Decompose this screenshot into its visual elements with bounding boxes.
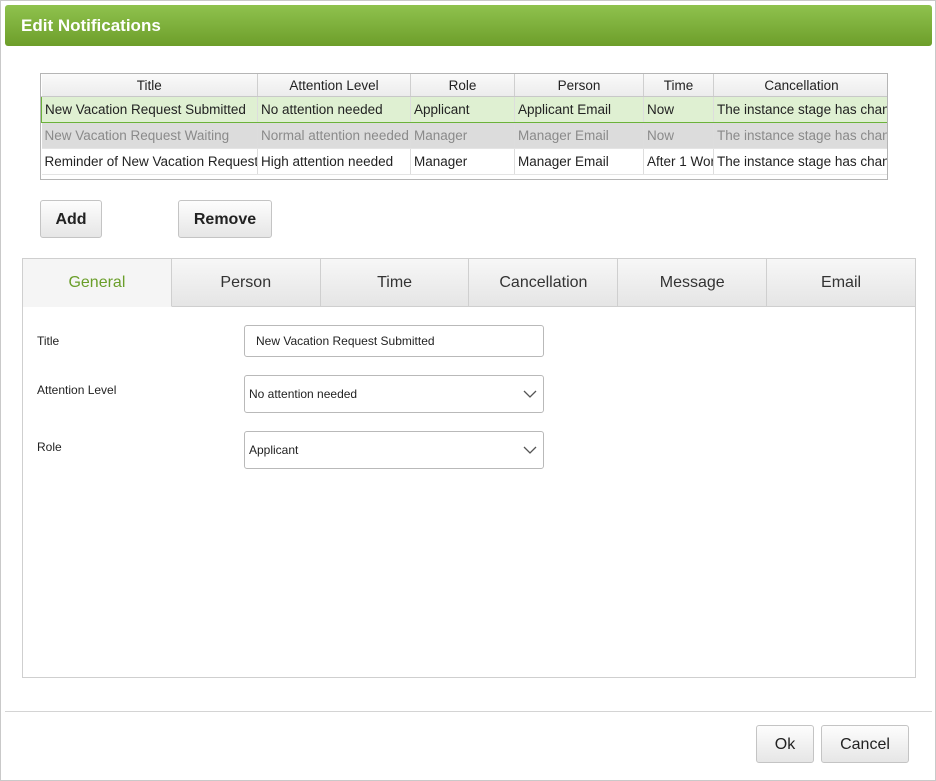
cell-role: Applicant	[410, 96, 515, 123]
details-tabs: General Person Time Cancellation Message…	[23, 259, 915, 307]
column-header-person[interactable]: Person	[514, 74, 644, 97]
cell-person: Manager Email	[514, 148, 644, 175]
cell-attention-level: Normal attention needed	[257, 122, 411, 149]
cell-time: Now	[643, 122, 714, 149]
role-select[interactable]: Applicant	[244, 431, 544, 469]
grid-header-row: Title Attention Level Role Person Time C…	[41, 74, 887, 97]
cell-time: Now	[643, 96, 714, 123]
cell-attention-level: No attention needed	[257, 96, 411, 123]
chevron-down-icon	[523, 390, 537, 398]
edit-notifications-dialog: Edit Notifications Title Attention Level…	[0, 0, 936, 781]
tab-time[interactable]: Time	[320, 259, 470, 307]
cell-attention-level: High attention needed	[257, 148, 411, 175]
column-header-role[interactable]: Role	[410, 74, 515, 97]
cell-title: New Vacation Request Submitted	[41, 96, 258, 123]
cell-person: Manager Email	[514, 122, 644, 149]
notifications-grid: Title Attention Level Role Person Time C…	[40, 73, 888, 180]
table-row[interactable]: New Vacation Request Waiting Normal atte…	[41, 122, 887, 149]
tab-general[interactable]: General	[23, 259, 172, 307]
tab-cancellation[interactable]: Cancellation	[469, 259, 619, 307]
column-header-cancellation[interactable]: Cancellation	[713, 74, 887, 97]
title-input[interactable]: New Vacation Request Submitted	[244, 325, 544, 357]
attention-level-value: No attention needed	[249, 387, 358, 401]
cell-title: Reminder of New Vacation Request	[41, 148, 258, 175]
tab-email[interactable]: Email	[767, 259, 915, 307]
chevron-down-icon	[523, 446, 537, 454]
dialog-title: Edit Notifications	[21, 16, 161, 35]
table-row[interactable]: Reminder of New Vacation Request High at…	[41, 148, 887, 175]
notification-details-panel: General Person Time Cancellation Message…	[22, 258, 916, 678]
footer-divider	[5, 711, 932, 712]
attention-level-label: Attention Level	[37, 383, 117, 397]
role-value: Applicant	[249, 443, 299, 457]
ok-button[interactable]: Ok	[756, 725, 814, 763]
cell-title: New Vacation Request Waiting	[41, 122, 258, 149]
table-row[interactable]: New Vacation Request Submitted No attent…	[41, 96, 887, 123]
tab-person[interactable]: Person	[171, 259, 321, 307]
cell-role: Manager	[410, 122, 515, 149]
dialog-titlebar[interactable]: Edit Notifications	[5, 5, 932, 46]
cell-cancellation: The instance stage has changed	[713, 122, 887, 149]
cell-person: Applicant Email	[514, 96, 644, 123]
attention-level-select[interactable]: No attention needed	[244, 375, 544, 413]
column-header-time[interactable]: Time	[643, 74, 714, 97]
remove-button[interactable]: Remove	[178, 200, 272, 238]
cell-role: Manager	[410, 148, 515, 175]
title-label: Title	[37, 334, 60, 348]
tab-message[interactable]: Message	[618, 259, 768, 307]
cell-time: After 1 Working Day	[643, 148, 714, 175]
cancel-button[interactable]: Cancel	[821, 725, 909, 763]
add-button[interactable]: Add	[40, 200, 102, 238]
column-header-title[interactable]: Title	[41, 74, 258, 97]
cell-cancellation: The instance stage has changed	[713, 148, 887, 175]
column-header-attention-level[interactable]: Attention Level	[257, 74, 411, 97]
cell-cancellation: The instance stage has changed	[713, 96, 887, 123]
role-label: Role	[37, 440, 62, 454]
